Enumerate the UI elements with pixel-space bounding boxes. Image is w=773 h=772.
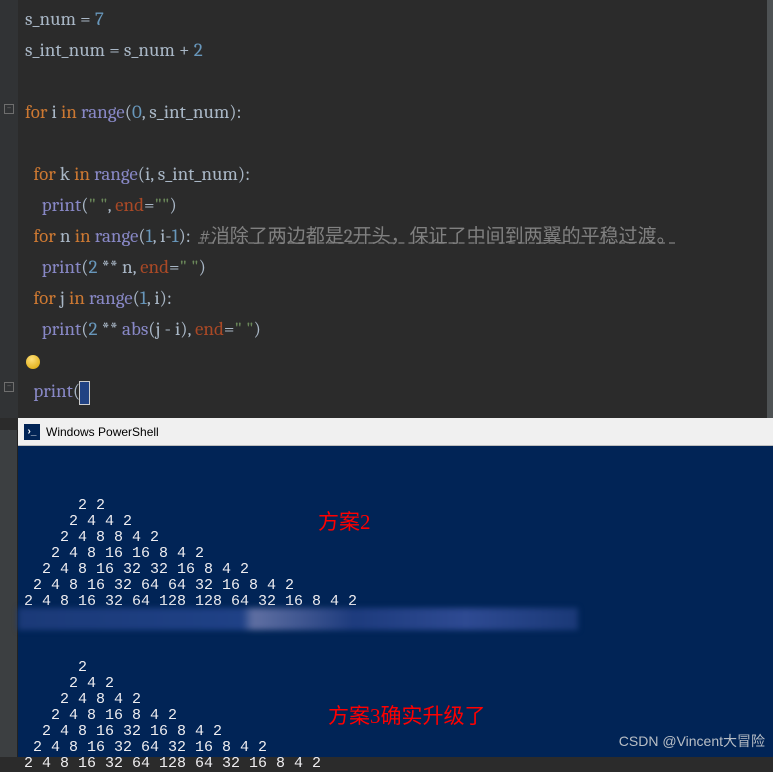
code-line — [5, 345, 767, 376]
code-line: print( — [5, 376, 767, 407]
code-line: s_int_num = s_num + 2 — [5, 35, 767, 66]
code-line: for k in range(i, s_int_num): — [5, 159, 767, 190]
watermark: CSDN @Vincent大冒险 — [619, 731, 765, 751]
code-line: s_num = 7 — [5, 4, 767, 35]
text-cursor — [80, 382, 89, 404]
code-editor[interactable]: – – s_num = 7 s_int_num = s_num + 2 for … — [0, 0, 773, 418]
fold-icon[interactable]: – — [4, 104, 14, 114]
lightbulb-icon[interactable] — [26, 355, 40, 369]
annotation-label: 方案3确实升级了 — [328, 700, 486, 730]
code-line: print(2 ** abs(j - i), end=" ") — [5, 314, 767, 345]
terminal-body[interactable]: 2 2 2 4 4 2 2 4 8 8 4 2 2 4 8 16 16 8 4 … — [18, 446, 773, 757]
powershell-icon: ›_ — [24, 424, 40, 440]
annotation-label: 方案2 — [318, 506, 371, 536]
terminal-window: ›_ Windows PowerShell 2 2 2 4 4 2 2 4 8 … — [18, 418, 773, 757]
left-toolstrip — [0, 430, 18, 757]
code-line: for i in range(0, s_int_num): — [5, 97, 767, 128]
code-line — [5, 128, 767, 159]
fold-icon[interactable]: – — [4, 382, 14, 392]
code-line: print(2 ** n, end=" ") — [5, 252, 767, 283]
redacted-bar — [18, 608, 578, 630]
editor-gutter — [0, 0, 18, 418]
code-line: for n in range(1, i-1): #消除了两边都是2开头，保证了中… — [5, 221, 767, 252]
code-line — [5, 66, 767, 97]
terminal-titlebar[interactable]: ›_ Windows PowerShell — [18, 418, 773, 446]
code-line: for j in range(1, i): — [5, 283, 767, 314]
terminal-title: Windows PowerShell — [46, 425, 159, 439]
terminal-output: 2 2 2 4 4 2 2 4 8 8 4 2 2 4 8 16 16 8 4 … — [18, 498, 773, 610]
code-line: print(" ", end="") — [5, 190, 767, 221]
